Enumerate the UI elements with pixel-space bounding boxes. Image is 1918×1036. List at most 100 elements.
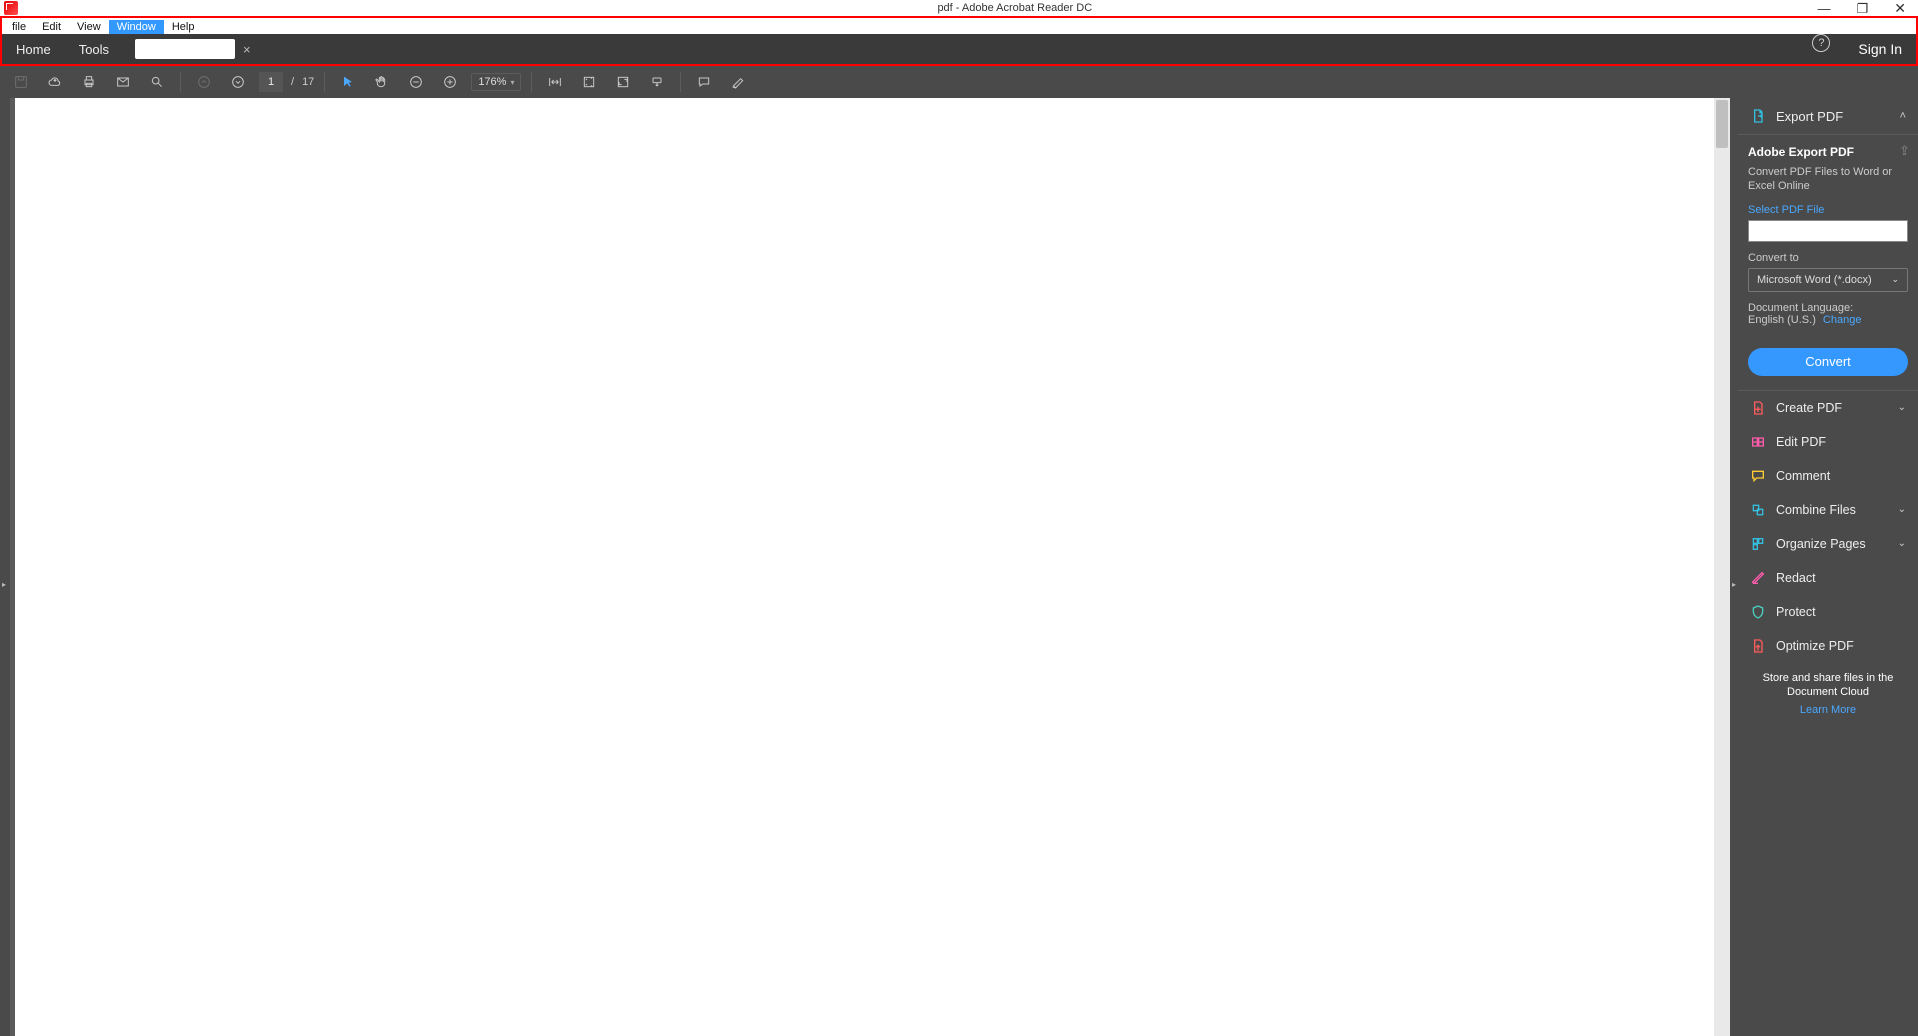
signin-button[interactable]: Sign In [1844,34,1916,64]
comment-tool-icon [1750,468,1766,484]
search-icon[interactable] [144,69,170,95]
export-pdf-title: Export PDF [1776,109,1890,124]
combine-files-icon [1750,502,1766,518]
app-icon [4,1,18,15]
chevron-down-icon: ⌄ [1891,274,1899,285]
help-icon[interactable]: ? [1812,34,1830,52]
save-icon[interactable] [8,69,34,95]
highlight-icon[interactable] [725,69,751,95]
tool-edit-pdf[interactable]: Edit PDF [1738,425,1918,459]
right-flyout-gutter: ▸ [1730,98,1738,1036]
chevron-up-icon: ˄ [1900,110,1906,122]
menu-edit[interactable]: Edit [34,20,69,34]
lang-value: English (U.S.) [1748,314,1816,326]
edit-pdf-icon [1750,434,1766,450]
tabbar: Home Tools × ? Sign In [2,34,1916,64]
select-file-input[interactable] [1748,220,1908,242]
vertical-scrollbar[interactable] [1714,98,1730,1036]
page-sep: / [291,76,294,88]
tool-create-pdf[interactable]: Create PDF ⌄ [1738,391,1918,425]
menu-window[interactable]: Window [109,20,164,34]
organize-pages-icon [1750,536,1766,552]
toolbar: / 17 176%▾ [0,66,1918,98]
window-titlebar: pdf - Adobe Acrobat Reader DC — ❐ ✕ [0,0,1918,16]
window-title: pdf - Adobe Acrobat Reader DC [737,2,1092,14]
convert-to-label: Convert to [1748,252,1908,264]
create-pdf-icon [1750,400,1766,416]
cloud-upload-icon[interactable] [42,69,68,95]
tool-comment[interactable]: Comment [1738,459,1918,493]
select-file-label: Select PDF File [1748,204,1908,216]
fit-width-icon[interactable] [542,69,568,95]
panel-footer: Store and share files in the Document Cl… [1738,663,1918,722]
left-flyout-gutter: ▸ [0,98,10,1036]
tool-label: Redact [1776,571,1816,585]
export-pdf-header[interactable]: Export PDF ˄ [1738,98,1918,135]
fit-page-icon[interactable] [576,69,602,95]
tool-organize-pages[interactable]: Organize Pages ⌄ [1738,527,1918,561]
tab-document[interactable]: × [127,34,259,64]
menu-view[interactable]: View [69,20,109,34]
page-total: 17 [302,76,314,88]
email-icon[interactable] [110,69,136,95]
zoom-in-icon[interactable] [437,69,463,95]
learn-more-link[interactable]: Learn More [1752,703,1904,717]
tools-panel: Export PDF ˄ ⇪ Adobe Export PDF Convert … [1738,98,1918,1036]
maximize-button[interactable]: ❐ [1851,2,1875,15]
zoom-value: 176% [478,76,506,88]
selection-cursor-icon[interactable] [335,69,361,95]
convert-to-value: Microsoft Word (*.docx) [1757,274,1872,286]
tab-close-icon[interactable]: × [243,42,251,57]
tab-tools[interactable]: Tools [65,34,123,64]
tool-protect[interactable]: Protect [1738,595,1918,629]
minimize-button[interactable]: — [1812,2,1837,15]
tool-combine-files[interactable]: Combine Files ⌄ [1738,493,1918,527]
export-pdf-body: ⇪ Adobe Export PDF Convert PDF Files to … [1738,135,1918,391]
chevron-down-icon: ⌄ [1898,504,1906,515]
chevron-down-icon: ⌄ [1898,402,1906,413]
tool-redact[interactable]: Redact [1738,561,1918,595]
print-icon[interactable] [76,69,102,95]
tool-label: Edit PDF [1776,435,1826,449]
export-heading: Adobe Export PDF [1748,145,1908,159]
export-desc: Convert PDF Files to Word or Excel Onlin… [1748,165,1908,194]
tool-optimize-pdf[interactable]: Optimize PDF [1738,629,1918,663]
page-down-icon[interactable] [225,69,251,95]
page-number-input[interactable] [259,72,283,92]
workspace: ▸ ▸ Export PDF ˄ ⇪ Adobe Export PDF Conv… [0,98,1918,1036]
tool-label: Comment [1776,469,1830,483]
chevron-down-icon: ⌄ [1898,538,1906,549]
change-language-link[interactable]: Change [1823,314,1862,326]
footer-text: Store and share files in the Document Cl… [1763,672,1894,698]
menu-file[interactable]: file [4,20,34,34]
tool-label: Protect [1776,605,1816,619]
zoom-dropdown[interactable]: 176%▾ [471,73,521,91]
redact-icon [1750,570,1766,586]
zoom-out-icon[interactable] [403,69,429,95]
tool-label: Create PDF [1776,401,1842,415]
fullscreen-icon[interactable] [610,69,636,95]
tool-label: Combine Files [1776,503,1856,517]
document-language: Document Language: English (U.S.) Change [1748,302,1908,326]
read-aloud-icon[interactable] [644,69,670,95]
left-flyout-toggle[interactable]: ▸ [0,569,8,599]
document-page [15,98,1720,1036]
hand-tool-icon[interactable] [369,69,395,95]
tab-document-label [135,39,235,59]
menu-help[interactable]: Help [164,20,203,34]
close-button[interactable]: ✕ [1888,1,1912,15]
comment-icon[interactable] [691,69,717,95]
tool-label: Organize Pages [1776,537,1866,551]
tab-home[interactable]: Home [2,34,65,64]
optimize-pdf-icon [1750,638,1766,654]
scrollbar-thumb[interactable] [1716,100,1728,148]
convert-to-select[interactable]: Microsoft Word (*.docx) ⌄ [1748,268,1908,292]
menubar: file Edit View Window Help [2,18,1916,34]
page-up-icon[interactable] [191,69,217,95]
share-icon[interactable]: ⇪ [1899,143,1910,159]
convert-button[interactable]: Convert [1748,348,1908,376]
lang-label: Document Language: [1748,302,1853,314]
protect-icon [1750,604,1766,620]
right-flyout-toggle[interactable]: ▸ [1730,569,1738,599]
document-viewport[interactable] [10,98,1730,1036]
